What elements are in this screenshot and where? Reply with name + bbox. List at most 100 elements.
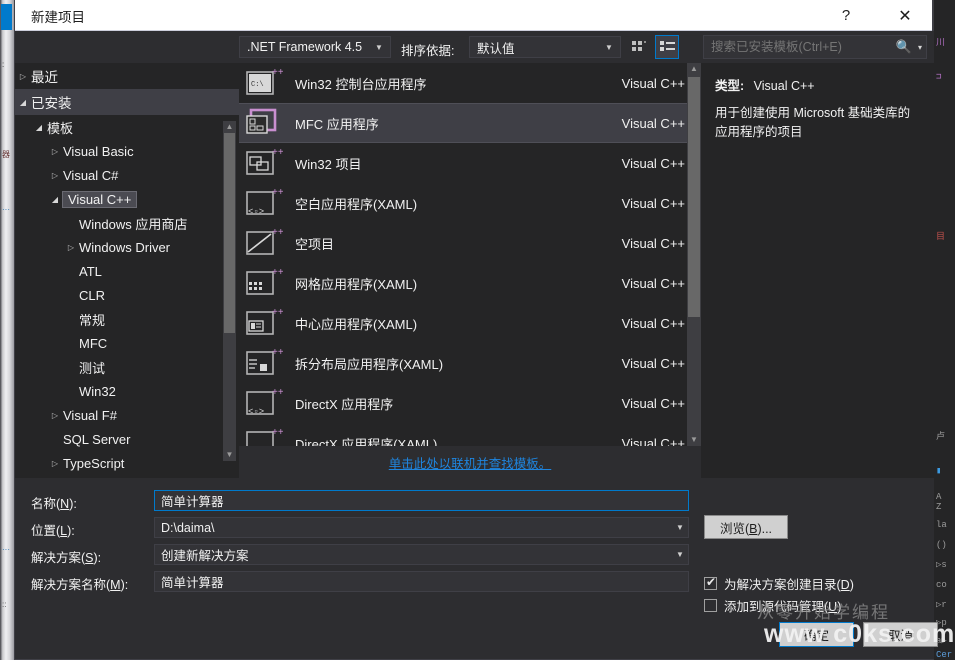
ide-right-line-6: Z — [936, 502, 942, 512]
template-row[interactable]: ++ 拆分布局应用程序(XAML) Visual C++ — [239, 343, 701, 383]
twisty-none-icon — [63, 291, 79, 300]
ide-right-line-1: ⊐ — [936, 72, 942, 82]
twisty-collapsed-icon[interactable]: ▷ — [63, 243, 79, 252]
close-icon[interactable]: ✕ — [882, 0, 928, 31]
template-row[interactable]: ++ 空项目 Visual C++ — [239, 223, 701, 263]
scroll-down-icon[interactable]: ▼ — [223, 449, 236, 461]
chevron-down-icon[interactable]: ▼ — [672, 523, 688, 532]
scroll-up-icon[interactable]: ▲ — [687, 63, 701, 75]
tree-item-6[interactable]: Windows 应用商店 — [15, 211, 239, 235]
checkbox-icon[interactable] — [704, 575, 717, 590]
twisty-collapsed-icon[interactable]: ▷ — [15, 72, 31, 81]
tree-scrollbar-thumb[interactable] — [224, 133, 235, 333]
tree-item-7[interactable]: ▷ Windows Driver — [15, 235, 239, 259]
template-language: Visual C++ — [621, 155, 685, 171]
online-templates-row: 单击此处以联机并查找模板。 — [239, 446, 701, 478]
tree-item-label: MFC — [79, 335, 108, 351]
twisty-expanded-icon[interactable]: ◢ — [15, 98, 31, 107]
twisty-none-icon — [63, 339, 79, 348]
tree-item-label: 常规 — [79, 312, 106, 328]
tree-item-9[interactable]: CLR — [15, 283, 239, 307]
tree-item-15[interactable]: SQL Server — [15, 427, 239, 451]
name-label: 名称(N): — [31, 497, 77, 511]
ide-right-line-9: ▷s — [936, 560, 947, 570]
twisty-expanded-icon[interactable]: ◢ — [31, 123, 47, 132]
tree-item-5[interactable]: ◢ Visual C++ — [15, 187, 239, 211]
template-row[interactable]: <▫>++ DirectX 应用程序(XAML) Visual C++ — [239, 423, 701, 446]
tree-item-label: TypeScript — [63, 455, 125, 471]
tree-item-8[interactable]: ATL — [15, 259, 239, 283]
medium-icons-icon — [631, 40, 646, 51]
template-row[interactable]: <▫> ++ DirectX 应用程序 Visual C++ — [239, 383, 701, 423]
ide-right-line-8: () — [936, 540, 947, 550]
online-templates-link[interactable]: 单击此处以联机并查找模板。 — [389, 453, 552, 472]
name-field[interactable]: 简单计算器 — [154, 490, 689, 511]
template-language: Visual C++ — [621, 75, 685, 91]
tree-item-14[interactable]: ▷ Visual F# — [15, 403, 239, 427]
browse-button[interactable]: 浏览(B)... — [704, 515, 788, 539]
svg-text:<▫>: <▫> — [248, 407, 264, 417]
twisty-collapsed-icon[interactable]: ▷ — [47, 411, 63, 420]
search-box[interactable]: 🔍 ▾ — [703, 35, 927, 59]
twisty-collapsed-icon[interactable]: ▷ — [47, 147, 63, 156]
template-list: C:\ ++ Win32 控制台应用程序 Visual C++ MFC 应用程序 Visu… — [239, 63, 701, 446]
template-name: 空白应用程序(XAML) — [295, 196, 418, 212]
template-row[interactable]: <▫> ++ 空白应用程序(XAML) Visual C++ — [239, 183, 701, 223]
tree-item-label: Win32 — [79, 383, 116, 399]
tree-item-12[interactable]: 测试 — [15, 355, 239, 379]
location-field[interactable]: D:\daima\ ▼ — [154, 517, 689, 538]
template-name: DirectX 应用程序(XAML) — [295, 436, 438, 447]
solution-name-field[interactable]: 简单计算器 — [154, 571, 689, 592]
ok-button[interactable]: 确定 — [779, 622, 854, 647]
tree-item-3[interactable]: ▷ Visual Basic — [15, 139, 239, 163]
template-language: Visual C++ — [621, 235, 685, 251]
template-row[interactable]: MFC 应用程序 Visual C++ — [239, 103, 701, 143]
sort-dropdown[interactable]: 默认值 ▼ — [469, 36, 621, 58]
tree-item-10[interactable]: 常规 — [15, 307, 239, 331]
template-row[interactable]: ++ 中心应用程序(XAML) Visual C++ — [239, 303, 701, 343]
twisty-collapsed-icon[interactable]: ▷ — [47, 459, 63, 468]
twisty-none-icon — [47, 435, 63, 444]
tree-item-4[interactable]: ▷ Visual C# — [15, 163, 239, 187]
template-list-scrollbar[interactable]: ▲ ▼ — [687, 63, 701, 446]
create-directory-label: 为解决方案创建目录(D) — [724, 578, 854, 592]
tree-item-1[interactable]: ◢ 已安装 — [15, 89, 239, 115]
tree-item-16[interactable]: ▷ TypeScript — [15, 451, 239, 475]
tree-item-label: 最近 — [31, 70, 58, 85]
scroll-up-icon[interactable]: ▲ — [223, 121, 236, 133]
twisty-collapsed-icon[interactable]: ▷ — [47, 171, 63, 180]
source-control-checkbox[interactable]: 添加到源代码管理(U) — [704, 596, 841, 615]
cancel-button[interactable]: 取消 — [863, 622, 938, 647]
ide-left-mark-5: :: — [2, 600, 7, 609]
search-icon[interactable]: 🔍 — [894, 39, 914, 55]
create-directory-checkbox[interactable]: 为解决方案创建目录(D) — [704, 574, 854, 593]
ide-right-line-2: 目 — [936, 232, 946, 242]
search-dropdown-icon[interactable]: ▾ — [914, 43, 926, 52]
dialog-toolbar: .NET Framework 4.5 ▼ 排序依据: 默认值 ▼ 搜索已安装模板… — [15, 31, 934, 63]
view-small-icons-button[interactable] — [655, 35, 679, 59]
view-medium-icons-button[interactable] — [627, 35, 651, 59]
twisty-expanded-icon[interactable]: ◢ — [47, 195, 63, 204]
scroll-down-icon[interactable]: ▼ — [687, 434, 701, 446]
tree-scrollbar[interactable]: ▲ ▼ — [223, 121, 236, 461]
tree-item-2[interactable]: ◢ 模板 — [15, 115, 239, 139]
template-list-scrollbar-thumb[interactable] — [688, 77, 700, 317]
template-name: Win32 项目 — [295, 156, 362, 172]
solution-name-label: 解决方案名称(M): — [31, 578, 129, 592]
framework-dropdown[interactable]: .NET Framework 4.5 ▼ — [239, 36, 391, 58]
template-row[interactable]: ++ Win32 项目 Visual C++ — [239, 143, 701, 183]
template-row[interactable]: C:\ ++ Win32 控制台应用程序 Visual C++ — [239, 63, 701, 103]
svg-text:<▫>: <▫> — [248, 207, 264, 217]
description-type-row: 类型: Visual C++ — [715, 75, 920, 94]
chevron-down-icon[interactable]: ▼ — [672, 550, 688, 559]
checkbox-icon[interactable] — [704, 599, 717, 612]
help-icon[interactable]: ? — [823, 0, 869, 31]
solution-dropdown[interactable]: 创建新解决方案 ▼ — [154, 544, 689, 565]
solution-label: 解决方案(S): — [31, 551, 102, 565]
tree-item-0[interactable]: ▷ 最近 — [15, 63, 239, 89]
search-input[interactable] — [704, 40, 894, 54]
tree-item-13[interactable]: Win32 — [15, 379, 239, 403]
solution-value: 创建新解决方案 — [161, 549, 249, 563]
template-row[interactable]: ++ 网格应用程序(XAML) Visual C++ — [239, 263, 701, 303]
tree-item-11[interactable]: MFC — [15, 331, 239, 355]
